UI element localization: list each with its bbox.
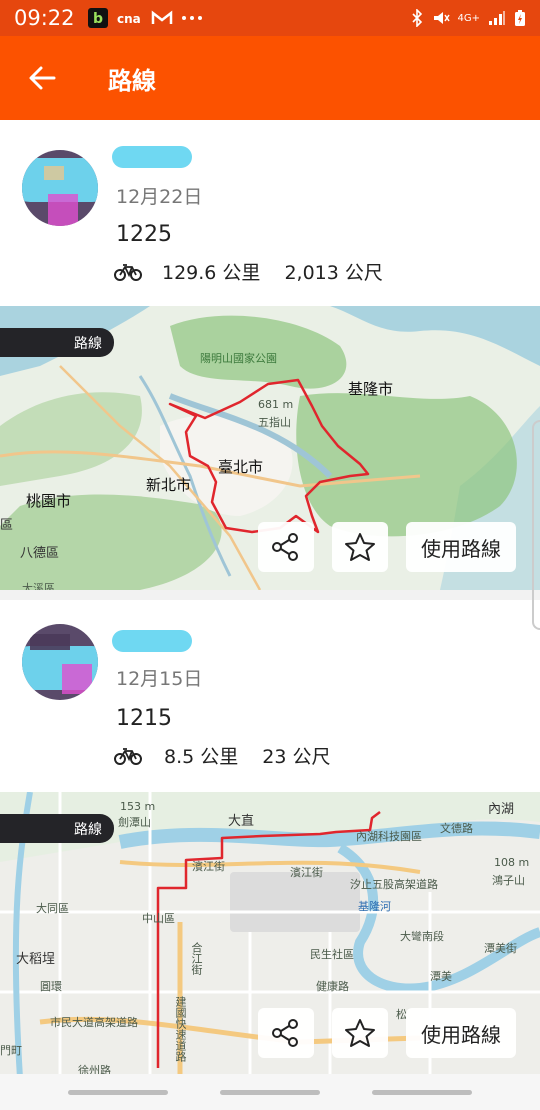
map-label: 臺北市 xyxy=(218,458,264,476)
notification-icons: b cna xyxy=(87,7,203,29)
back-arrow-icon xyxy=(29,66,56,90)
map-label: 濱江街 xyxy=(290,866,323,879)
status-time: 09:22 xyxy=(14,6,75,30)
star-button[interactable] xyxy=(332,522,388,572)
route-name[interactable]: 1225 xyxy=(116,222,172,247)
map-label: 內湖科技園區 xyxy=(356,830,422,843)
route-stats: 8.5 公里 23 公尺 xyxy=(114,742,330,769)
map-label: 大稻埕 xyxy=(16,952,56,967)
route-card[interactable]: 12月22日 1225 129.6 公里 2,013 公尺 陽明山國家公園 基隆… xyxy=(0,120,540,590)
avatar-photo xyxy=(30,634,92,694)
edge-panel-handle[interactable] xyxy=(532,420,540,630)
route-map[interactable]: 陽明山國家公園 基隆市 681 m 五指山 臺北市 新北市 桃園市 區 八德區 … xyxy=(0,306,540,590)
share-button[interactable] xyxy=(258,1008,314,1058)
nav-recent-button[interactable] xyxy=(68,1090,168,1095)
map-label: 汐止五股高架道路 xyxy=(350,878,438,891)
svg-text:cna: cna xyxy=(117,12,141,26)
signal-icon xyxy=(489,11,505,25)
map-label: 門町 xyxy=(0,1044,22,1057)
map-type-tag: 路線 xyxy=(0,328,114,357)
cna-icon: cna xyxy=(117,12,141,26)
system-nav-bar xyxy=(0,1074,540,1110)
map-label: 潭美街 xyxy=(484,942,517,955)
status-bar: 09:22 b cna 4G+ xyxy=(0,0,540,36)
star-icon xyxy=(345,533,375,561)
map-label: 大溪區 xyxy=(22,582,55,590)
map-label: 鴻子山 xyxy=(492,874,525,887)
route-stats: 129.6 公里 2,013 公尺 xyxy=(114,258,383,285)
map-label: 劍潭山 xyxy=(118,816,151,829)
app-b-icon: b xyxy=(87,8,108,28)
map-label: 大彎南段 xyxy=(400,930,444,943)
map-label: 153 m xyxy=(120,800,156,813)
star-button[interactable] xyxy=(332,1008,388,1058)
user-name-redacted xyxy=(112,146,192,168)
route-elevation: 2,013 公尺 xyxy=(284,262,383,284)
map-label: 內湖 xyxy=(488,802,515,817)
bike-icon xyxy=(114,747,142,765)
map-label: 桃園市 xyxy=(26,492,72,510)
route-name[interactable]: 1215 xyxy=(116,706,172,731)
bluetooth-icon xyxy=(411,9,422,27)
route-elevation: 23 公尺 xyxy=(262,746,331,768)
page-title: 路線 xyxy=(108,66,156,95)
back-button[interactable] xyxy=(0,36,84,120)
svg-text:b: b xyxy=(93,11,103,27)
map-label: 新北市 xyxy=(146,476,192,494)
map-label: 基隆河 xyxy=(358,900,391,913)
route-card[interactable]: 12月15日 1215 8.5 公里 23 公尺 153 m 劍潭山 大直 內湖 xyxy=(0,600,540,1078)
more-icon xyxy=(181,16,202,20)
map-label: 民生社區 xyxy=(310,948,354,961)
user-name-redacted xyxy=(112,630,192,652)
share-icon xyxy=(272,533,298,561)
route-header: 12月15日 1215 8.5 公里 23 公尺 xyxy=(0,600,540,785)
map-label: 八德區 xyxy=(20,546,60,561)
map-label: 文德路 xyxy=(440,822,473,835)
map-label: 陽明山國家公園 xyxy=(200,352,277,365)
share-button[interactable] xyxy=(258,522,314,572)
map-label: 中山區 xyxy=(142,912,175,925)
use-route-button[interactable]: 使用路線 xyxy=(406,522,516,572)
mute-icon xyxy=(433,12,450,24)
map-label: 681 m xyxy=(258,398,294,411)
map-label: 大同區 xyxy=(36,902,69,915)
network-type: 4G+ xyxy=(457,12,481,24)
map-label: 區 xyxy=(0,518,14,533)
route-map[interactable]: 153 m 劍潭山 大直 內湖 內湖科技園區 文德路 濱江街 濱江街 汐止五股高… xyxy=(0,792,540,1078)
map-label: 潭美 xyxy=(430,970,452,983)
route-distance: 129.6 公里 xyxy=(162,262,261,284)
avatar-photo xyxy=(44,166,78,226)
map-label: 大直 xyxy=(228,814,255,829)
system-icons: 4G+ xyxy=(410,9,527,27)
nav-home-button[interactable] xyxy=(220,1090,320,1095)
map-type-tag: 路線 xyxy=(0,814,114,843)
app-bar: 路線 xyxy=(0,36,540,120)
use-route-button[interactable]: 使用路線 xyxy=(406,1008,516,1058)
map-label: 圓環 xyxy=(40,980,62,993)
map-label: 市民大道高架道路 xyxy=(50,1016,138,1029)
battery-icon xyxy=(515,10,525,26)
route-date: 12月22日 xyxy=(116,186,203,208)
map-label: 108 m xyxy=(494,856,530,869)
avatar[interactable] xyxy=(22,150,98,226)
share-icon xyxy=(272,1019,298,1047)
avatar[interactable] xyxy=(22,624,98,700)
bike-icon xyxy=(114,263,142,281)
nav-back-button[interactable] xyxy=(372,1090,472,1095)
route-distance: 8.5 公里 xyxy=(164,746,239,768)
map-label: 合江街 xyxy=(190,942,203,975)
star-icon xyxy=(345,1019,375,1047)
gmail-icon xyxy=(151,10,172,24)
map-label: 五指山 xyxy=(258,416,291,429)
route-date: 12月15日 xyxy=(116,668,203,690)
route-header: 12月22日 1225 129.6 公里 2,013 公尺 xyxy=(0,120,540,305)
map-label: 建國快速道路 xyxy=(174,996,187,1062)
map-label: 健康路 xyxy=(316,980,349,993)
map-label: 濱江街 xyxy=(192,860,225,873)
card-divider xyxy=(0,590,540,600)
map-label: 基隆市 xyxy=(348,380,394,398)
